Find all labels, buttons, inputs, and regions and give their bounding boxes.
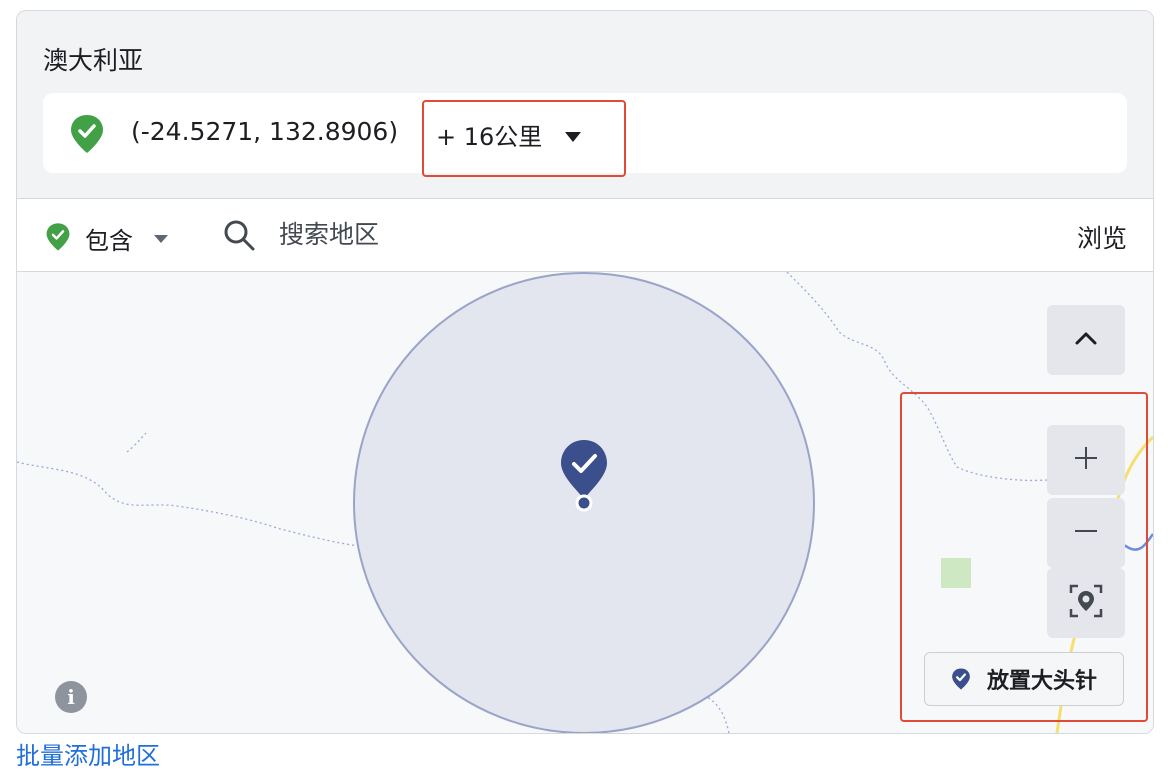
search-icon bbox=[222, 218, 256, 256]
browse-link[interactable]: 浏览 bbox=[1077, 219, 1127, 255]
search-input[interactable] bbox=[277, 213, 881, 255]
drop-pin-button[interactable]: 放置大头针 bbox=[924, 652, 1124, 706]
zoom-in-button[interactable] bbox=[1047, 425, 1125, 495]
park-area bbox=[941, 558, 971, 588]
plus-icon bbox=[1073, 445, 1099, 475]
green-check-pin-icon bbox=[45, 222, 71, 256]
country-name: 澳大利亚 bbox=[43, 46, 144, 75]
chevron-up-icon bbox=[1074, 330, 1098, 350]
radius-dropdown[interactable]: + 16公里 bbox=[436, 117, 582, 152]
zoom-out-button[interactable] bbox=[1047, 498, 1125, 568]
green-check-pin-icon bbox=[69, 113, 105, 159]
caret-down-icon bbox=[564, 121, 582, 149]
boundary-line bbox=[126, 431, 148, 453]
location-targeting-card: 澳大利亚 (-24.5271, 132.8906) + 16公里 包含 搜索地区… bbox=[16, 10, 1154, 734]
navy-check-pin-icon bbox=[952, 668, 970, 690]
search-toolbar: 包含 浏览 bbox=[17, 199, 1153, 272]
location-coordinates: (-24.5271, 132.8906) bbox=[131, 117, 399, 146]
bulk-add-locations-link[interactable]: 批量添加地区 bbox=[16, 742, 160, 770]
locate-pin-icon bbox=[1069, 584, 1103, 622]
include-dropdown[interactable]: 包含 bbox=[45, 221, 169, 256]
selected-locations-section: 澳大利亚 (-24.5271, 132.8906) + 16公里 bbox=[17, 11, 1153, 199]
drop-pin-label: 放置大头针 bbox=[986, 669, 1097, 694]
locate-button[interactable] bbox=[1047, 568, 1125, 638]
caret-down-icon bbox=[153, 229, 169, 248]
collapse-map-button[interactable] bbox=[1047, 305, 1125, 375]
info-icon[interactable]: i bbox=[55, 681, 87, 713]
radius-label: + 16公里 bbox=[436, 123, 543, 151]
location-row: (-24.5271, 132.8906) + 16公里 bbox=[43, 93, 1127, 173]
minus-icon bbox=[1073, 518, 1099, 548]
include-label: 包含 bbox=[85, 227, 133, 255]
